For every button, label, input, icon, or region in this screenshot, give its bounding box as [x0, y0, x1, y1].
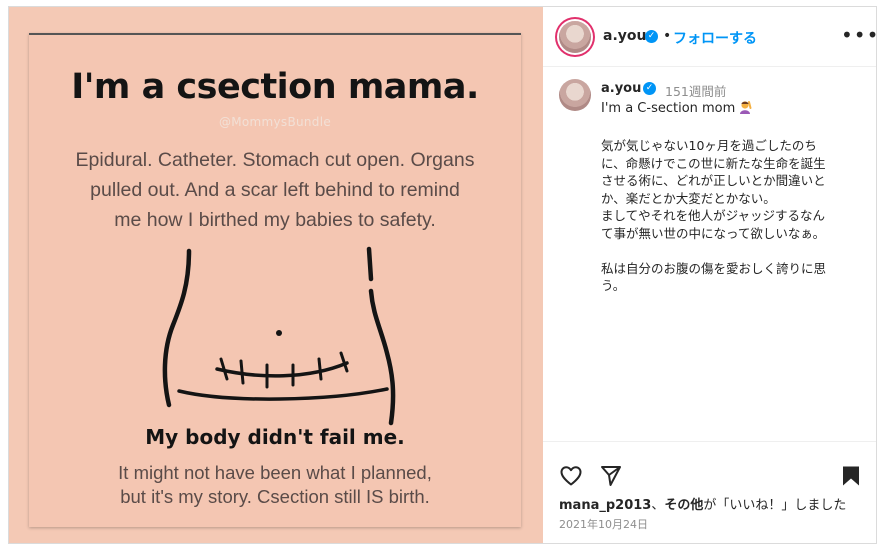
raising-hand-emoji-icon	[740, 101, 752, 114]
caption-body: 気が気じゃない10ヶ月を過ごしたのち に、命懸けでこの世に新たな生命を誕生 させ…	[601, 138, 827, 293]
likes-suffix: が「いいね！」しました	[703, 498, 847, 513]
image-footer-text: It might not have been what I planned, b…	[59, 461, 491, 509]
author-username[interactable]: a.you	[603, 28, 646, 44]
caption-first-line: I'm a C-section mom	[601, 100, 752, 116]
post-actions: mana_p2013、その他が「いいね！」しました 2021年10月24日	[543, 441, 876, 543]
waistline	[177, 387, 389, 401]
belly-scar-illustration	[162, 246, 396, 426]
navel	[276, 330, 282, 336]
post-header: a.you ✓ • フォローする •••	[543, 7, 876, 67]
caption-author-avatar[interactable]	[559, 79, 591, 111]
image-footer-line: but it's my story. Csection still IS bir…	[120, 486, 430, 507]
body-outline-right-top	[366, 246, 374, 282]
image-footer-line: It might not have been what I planned,	[118, 462, 432, 483]
body-outline-right	[368, 288, 396, 426]
send-icon[interactable]	[599, 464, 623, 488]
likes-username[interactable]: mana_p2013	[559, 498, 651, 513]
body-outline-left	[162, 248, 192, 408]
caption-first-line-text: I'm a C-section mom	[601, 101, 736, 116]
likes-summary: mana_p2013、その他が「いいね！」しました	[559, 494, 846, 513]
author-avatar[interactable]	[559, 21, 591, 53]
verified-badge-icon: ✓	[643, 82, 656, 95]
image-watermark-handle: @MommysBundle	[218, 115, 332, 129]
separator-dot: •	[663, 28, 672, 44]
follow-button[interactable]: フォローする	[673, 28, 757, 48]
image-body-line: pulled out. And a scar left behind to re…	[90, 179, 460, 201]
post-media[interactable]: I'm a csection mama. @MommysBundle Epidu…	[9, 7, 543, 543]
scar-line	[215, 361, 349, 378]
image-body-text: Epidural. Catheter. Stomach cut open. Or…	[43, 145, 507, 235]
caption-timestamp[interactable]: 151週間前	[665, 81, 726, 100]
verified-badge-icon: ✓	[645, 30, 658, 43]
likes-others-link[interactable]: その他	[664, 498, 703, 513]
post-sidebar: a.you ✓ • フォローする ••• a.you ✓ 151週間前 I'm …	[543, 7, 876, 543]
image-body-line: Epidural. Catheter. Stomach cut open. Or…	[75, 149, 475, 171]
image-body-line: me how I birthed my babies to safety.	[114, 209, 436, 231]
bookmark-icon[interactable]	[839, 464, 863, 488]
more-options-icon[interactable]: •••	[841, 23, 876, 47]
instagram-post-dialog: I'm a csection mama. @MommysBundle Epidu…	[8, 6, 877, 544]
image-title: I'm a csection mama.	[71, 67, 479, 107]
heart-icon[interactable]	[559, 464, 583, 488]
likes-separator: 、	[651, 498, 665, 513]
post-date[interactable]: 2021年10月24日	[559, 516, 648, 532]
caption-username[interactable]: a.you	[601, 81, 641, 96]
card-top-rule	[29, 33, 521, 35]
post-image-card: I'm a csection mama. @MommysBundle Epidu…	[29, 33, 521, 527]
image-subtitle: My body didn't fail me.	[145, 425, 405, 449]
